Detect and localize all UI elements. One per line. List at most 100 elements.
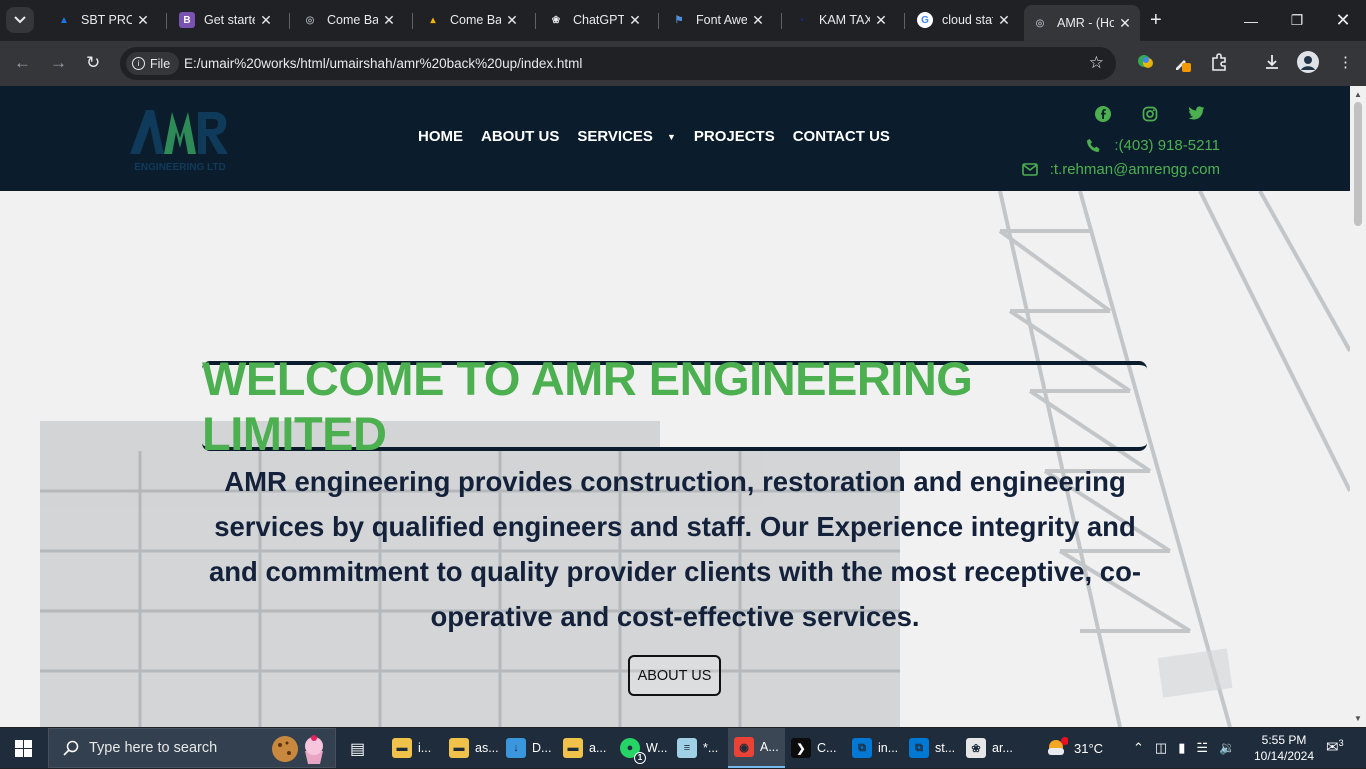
taskbar-app-label: ar... (992, 741, 1013, 755)
taskbar-app-label: i... (418, 741, 432, 755)
instagram-icon[interactable] (1141, 105, 1158, 122)
tab-search-button[interactable] (6, 7, 34, 33)
taskbar-app-label: as... (475, 741, 499, 755)
forward-icon[interactable]: → (50, 53, 67, 73)
info-icon: i (132, 57, 145, 70)
scroll-up-icon[interactable]: ▲ (1354, 90, 1362, 99)
close-tab-icon[interactable]: ✕ (751, 12, 765, 29)
close-tab-icon[interactable]: ✕ (259, 12, 273, 29)
notifications-icon[interactable]: ✉3 (1326, 738, 1344, 756)
extension-color-icon[interactable] (1137, 53, 1155, 75)
nav-services-label: SERVICES (577, 128, 653, 145)
caret-down-icon: ▼ (666, 131, 676, 142)
tab-title: ChatGPT (573, 13, 624, 27)
volume-icon[interactable]: 🔉 (1219, 740, 1235, 756)
tab-separator (289, 13, 290, 29)
close-tab-icon[interactable]: ✕ (505, 12, 519, 29)
scroll-down-icon[interactable]: ▼ (1354, 714, 1362, 723)
restore-button[interactable]: ❐ (1274, 0, 1320, 41)
close-tab-icon[interactable]: ✕ (382, 12, 396, 29)
close-tab-icon[interactable]: ✕ (997, 12, 1011, 29)
reload-icon[interactable]: ↻ (86, 53, 100, 73)
tab-separator (535, 13, 536, 29)
browser-tab[interactable]: Gcloud staf ✕ (909, 5, 1019, 35)
new-tab-button[interactable]: + (1150, 9, 1162, 31)
taskbar-app[interactable]: ↓ D... (506, 728, 551, 768)
taskbar-clock[interactable]: 5:55 PM 10/14/2024 (1252, 732, 1316, 764)
browser-menu-icon[interactable]: ⋮ (1338, 53, 1353, 71)
wifi-icon[interactable]: ☱ (1196, 740, 1208, 756)
bootstrap-icon: B (179, 12, 195, 28)
download-folder-icon: ↓ (506, 738, 526, 758)
close-tab-icon[interactable]: ✕ (874, 12, 888, 29)
close-tab-icon[interactable]: ✕ (628, 12, 642, 29)
taskbar-app[interactable]: ▬ a... (563, 728, 606, 768)
browser-tab[interactable]: ▲ SBT PROJE ✕ (48, 5, 158, 35)
phone-number: :(403) 918-5211 (1114, 137, 1220, 154)
taskbar-search-box[interactable]: Type here to search (48, 728, 336, 768)
bookmark-star-icon[interactable]: ☆ (1089, 53, 1104, 73)
folder-icon: ▬ (449, 738, 469, 758)
browser-tab[interactable]: ❀ ChatGPT ✕ (540, 5, 650, 35)
intro-line: and commitment to quality provider clien… (208, 556, 1142, 587)
windows-start-icon[interactable] (15, 740, 32, 762)
eyedropper-extension-icon[interactable] (1173, 53, 1193, 77)
nav-services[interactable]: SERVICES ▼ (577, 128, 676, 145)
address-bar[interactable]: i File E:/umair%20works/html/umairshah/a… (120, 47, 1116, 80)
facebook-icon[interactable] (1094, 105, 1111, 122)
nav-projects[interactable]: PROJECTS (694, 128, 775, 145)
close-tab-icon[interactable]: ✕ (1118, 15, 1132, 32)
taskbar-app[interactable]: ▬ i... (392, 728, 431, 768)
email-contact[interactable]: :t.rehman@amrengg.com (1021, 161, 1220, 178)
browser-tab[interactable]: ◎ AMR - (Ho ✕ (1024, 5, 1140, 41)
tab-title: Come Bac (327, 13, 378, 27)
page-scrollbar[interactable]: ▲ ▼ (1350, 86, 1366, 727)
people-icon[interactable]: ◫ (1155, 740, 1167, 756)
nav-about-us[interactable]: ABOUT US (481, 128, 559, 145)
minimize-button[interactable]: — (1228, 0, 1274, 41)
browser-tab[interactable]: ◎ Come Bac ✕ (294, 5, 404, 35)
browser-tab[interactable]: • KAM TAX ✕ (786, 5, 896, 35)
chrome-icon: ◉ (734, 737, 754, 757)
nav-home[interactable]: HOME (418, 128, 463, 145)
clock-time: 5:55 PM (1261, 733, 1307, 747)
folder-icon: ▬ (563, 738, 583, 758)
profile-avatar[interactable] (1297, 51, 1319, 77)
download-icon[interactable] (1263, 53, 1281, 75)
intro-line: operative and cost-effective services. (430, 601, 920, 632)
site-logo[interactable]: ENGINEERING LTD (128, 102, 232, 174)
site-info-chip[interactable]: i File (126, 52, 180, 75)
taskbar-app[interactable]: ▬ as... (449, 728, 499, 768)
battery-icon[interactable]: ▮ (1178, 740, 1185, 756)
search-placeholder: Type here to search (89, 740, 218, 756)
weather-widget[interactable]: 31°C (1046, 728, 1103, 768)
phone-contact[interactable]: :(403) 918-5211 (1086, 137, 1220, 154)
chevron-up-icon[interactable]: ⌃ (1133, 740, 1144, 756)
scroll-thumb[interactable] (1354, 102, 1362, 226)
close-window-button[interactable]: ✕ (1320, 0, 1366, 41)
taskbar-app-label: *... (703, 741, 719, 755)
extensions-puzzle-icon[interactable] (1210, 53, 1228, 75)
task-view-icon[interactable]: ▤ (350, 739, 365, 759)
taskbar-app[interactable]: ⧉ st... (909, 728, 955, 768)
taskbar-app[interactable]: ❯ C... (791, 728, 836, 768)
about-us-button[interactable]: ABOUT US (628, 655, 721, 696)
close-tab-icon[interactable]: ✕ (136, 12, 150, 29)
nav-contact-us[interactable]: CONTACT US (793, 128, 890, 145)
weather-sun-icon (1046, 736, 1069, 760)
taskbar-app[interactable]: ● 1 W... (620, 728, 668, 768)
url-text[interactable]: E:/umair%20works/html/umairshah/amr%20ba… (184, 56, 582, 71)
taskbar-app[interactable]: ❀ ar... (966, 728, 1013, 768)
browser-tab[interactable]: B Get starte ✕ (171, 5, 281, 35)
kam-icon: • (800, 14, 804, 26)
site-header: ENGINEERING LTD HOME ABOUT US SERVICES ▼ … (0, 86, 1350, 191)
twitter-icon[interactable] (1188, 105, 1205, 122)
back-icon[interactable]: ← (14, 53, 31, 73)
taskbar-app[interactable]: ⧉ in... (852, 728, 898, 768)
tab-separator (166, 13, 167, 29)
browser-tab[interactable]: ⚑ Font Awe ✕ (663, 5, 773, 35)
windows-taskbar: Type here to search ▤ ▬ i... ▬ as... ↓ D... ▬ a… (0, 728, 1366, 768)
browser-tab[interactable]: ▴ Come Bac ✕ (417, 5, 527, 35)
taskbar-app[interactable]: ≡ *... (677, 728, 718, 768)
taskbar-app[interactable]: ◉ A... (728, 728, 785, 768)
